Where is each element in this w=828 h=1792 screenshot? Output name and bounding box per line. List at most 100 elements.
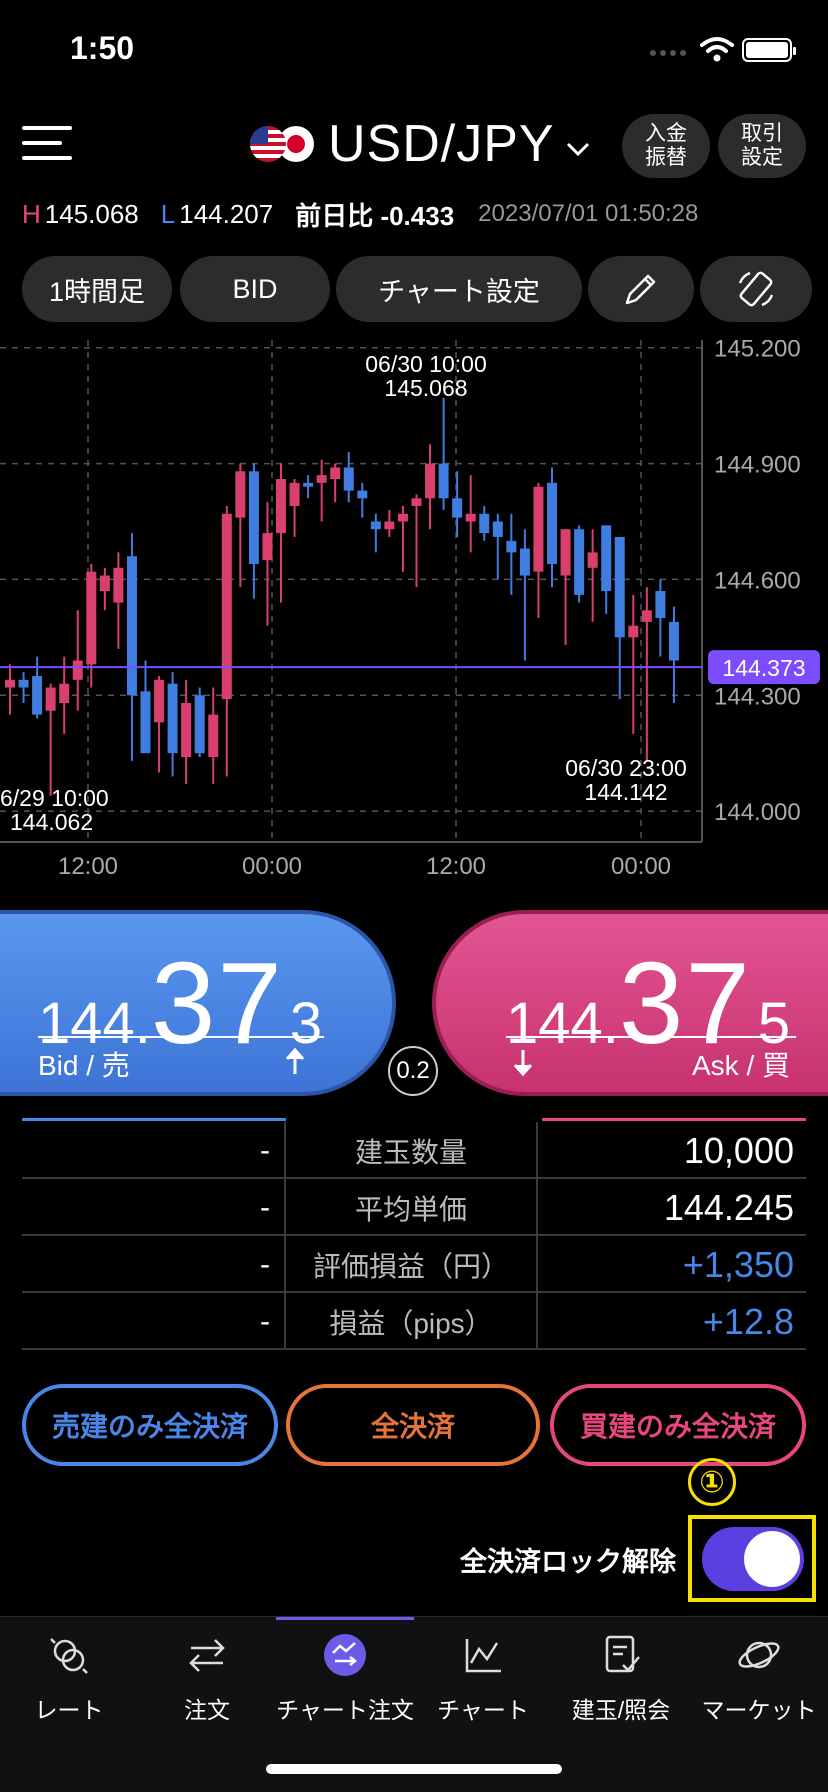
tab-chart-order[interactable]: チャート注文 [276, 1617, 414, 1747]
candle-body [18, 679, 29, 688]
candle-body [330, 467, 341, 480]
candle-body [628, 625, 639, 638]
tab-label: レート [34, 1697, 104, 1723]
timestamp: 2023/07/01 01:50:28 [478, 200, 699, 227]
toggle-knob [744, 1531, 800, 1587]
candle-body [194, 695, 205, 754]
y-tick-label: 145.200 [714, 340, 801, 363]
spread-badge: 0.2 [388, 1046, 438, 1096]
low-label: L [160, 198, 176, 229]
close-lock-toggle[interactable] [702, 1527, 804, 1591]
candle-body [506, 540, 517, 553]
market-planet-icon [738, 1641, 780, 1669]
candle-body [397, 513, 408, 522]
candle-body [519, 548, 530, 576]
candle-body [113, 567, 124, 603]
tab-label: チャート注文 [276, 1697, 414, 1723]
candle-body [614, 536, 625, 638]
tab-label: マーケット [701, 1697, 817, 1723]
row-label: 建玉数量 [286, 1122, 538, 1179]
candle-body [289, 482, 300, 507]
high-label: H [22, 198, 41, 229]
chart-toolbar: 1時間足 BID チャート設定 [22, 256, 812, 322]
candle-body [221, 513, 232, 700]
chart-order-icon [324, 1634, 366, 1676]
candle-body [479, 513, 490, 534]
rate-icon [50, 1638, 88, 1674]
x-tick-label: 12:00 [426, 853, 486, 880]
sell-value: - [22, 1293, 286, 1350]
candle-body [235, 471, 246, 518]
candlestick-chart[interactable]: 145.200 144.900 144.600 144.300 144.000 12:00… [0, 340, 828, 880]
candle-body [587, 552, 598, 568]
price-type-button[interactable]: BID [180, 256, 330, 322]
tab-label: 建玉/照会 [571, 1697, 671, 1723]
table-row: - 平均単価 144.245 [22, 1179, 806, 1236]
hamburger-menu-icon[interactable] [22, 126, 72, 162]
y-tick-label: 144.000 [714, 799, 801, 826]
close-all-button[interactable]: 全決済 [286, 1384, 540, 1466]
tab-positions[interactable]: 建玉/照会 [552, 1617, 690, 1747]
candle-body [316, 475, 327, 483]
ask-price-prefix: 144. [506, 991, 619, 1056]
wifi-icon [700, 37, 734, 62]
buy-value: 144.245 [663, 1186, 794, 1228]
annotation-marker: ① [688, 1458, 736, 1506]
chevron-down-icon [566, 142, 589, 157]
chart-settings-button[interactable]: チャート設定 [336, 256, 582, 322]
draw-tool-button[interactable] [588, 256, 694, 322]
timeframe-button[interactable]: 1時間足 [22, 256, 172, 322]
candle-body [303, 482, 314, 487]
candle-body [86, 571, 97, 665]
candle-body [32, 675, 43, 715]
x-tick-label: 00:00 [611, 853, 671, 880]
bid-sell-button[interactable]: 144. 37 3 Bid / 売 [0, 910, 396, 1096]
buy-value: +12.8 [702, 1300, 794, 1342]
candle-body [438, 463, 449, 499]
candle-body [492, 521, 503, 537]
currency-pair-selector[interactable]: USD/JPY [250, 112, 591, 176]
pair-label: USD/JPY [328, 115, 555, 173]
sell-value: - [22, 1236, 286, 1293]
daily-change: 前日比 -0.433 [295, 200, 455, 231]
battery-icon [742, 38, 796, 62]
row-label: 評価損益（円） [286, 1236, 538, 1293]
tab-market[interactable]: マーケット [690, 1617, 828, 1747]
candle-body [384, 521, 395, 530]
bid-label: Bid / 売 [38, 1050, 130, 1081]
y-tick-label: 144.600 [714, 567, 801, 594]
home-indicator [266, 1764, 562, 1774]
price-info-bar: H 145.068 L 144.207 前日比 -0.433 2023/07/0… [22, 196, 698, 232]
sell-value: - [22, 1122, 286, 1179]
candle-body [357, 490, 368, 499]
candle-body [560, 529, 571, 576]
last-low-annotation-value: 144.142 [584, 779, 667, 805]
close-lock-label: 全決済ロック解除 [460, 1547, 676, 1577]
close-sell-only-button[interactable]: 売建のみ全決済 [22, 1384, 278, 1466]
tab-order[interactable]: 注文 [138, 1617, 276, 1747]
candle-body [668, 621, 679, 661]
trade-settings-button[interactable]: 取引 設定 [718, 114, 806, 178]
tab-rate[interactable]: レート [0, 1617, 138, 1747]
close-buy-only-button[interactable]: 買建のみ全決済 [550, 1384, 806, 1466]
candle-body [262, 533, 273, 561]
candle-body [574, 529, 585, 595]
ask-buy-button[interactable]: 144. 37 5 Ask / 買 [432, 910, 828, 1096]
buy-value: 10,000 [683, 1129, 794, 1171]
header: USD/JPY 入金 振替 取引 設定 [0, 100, 828, 190]
ask-divider [506, 1036, 796, 1038]
low-value: 144.207 [179, 198, 274, 229]
candle-body [465, 513, 476, 522]
candle-body [181, 702, 192, 758]
cellular-signal-icon [650, 50, 686, 56]
candle-body [655, 591, 666, 619]
table-row: - 評価損益（円） +1,350 [22, 1236, 806, 1293]
candle-body [167, 683, 178, 754]
high-annotation-time: 06/30 10:00 [365, 351, 487, 377]
rotate-screen-button[interactable] [700, 256, 812, 322]
bid-divider [38, 1036, 324, 1038]
candle-body [370, 521, 381, 530]
tab-label: 注文 [184, 1697, 230, 1723]
deposit-transfer-button[interactable]: 入金 振替 [622, 114, 710, 178]
tab-chart[interactable]: チャート [414, 1617, 552, 1747]
